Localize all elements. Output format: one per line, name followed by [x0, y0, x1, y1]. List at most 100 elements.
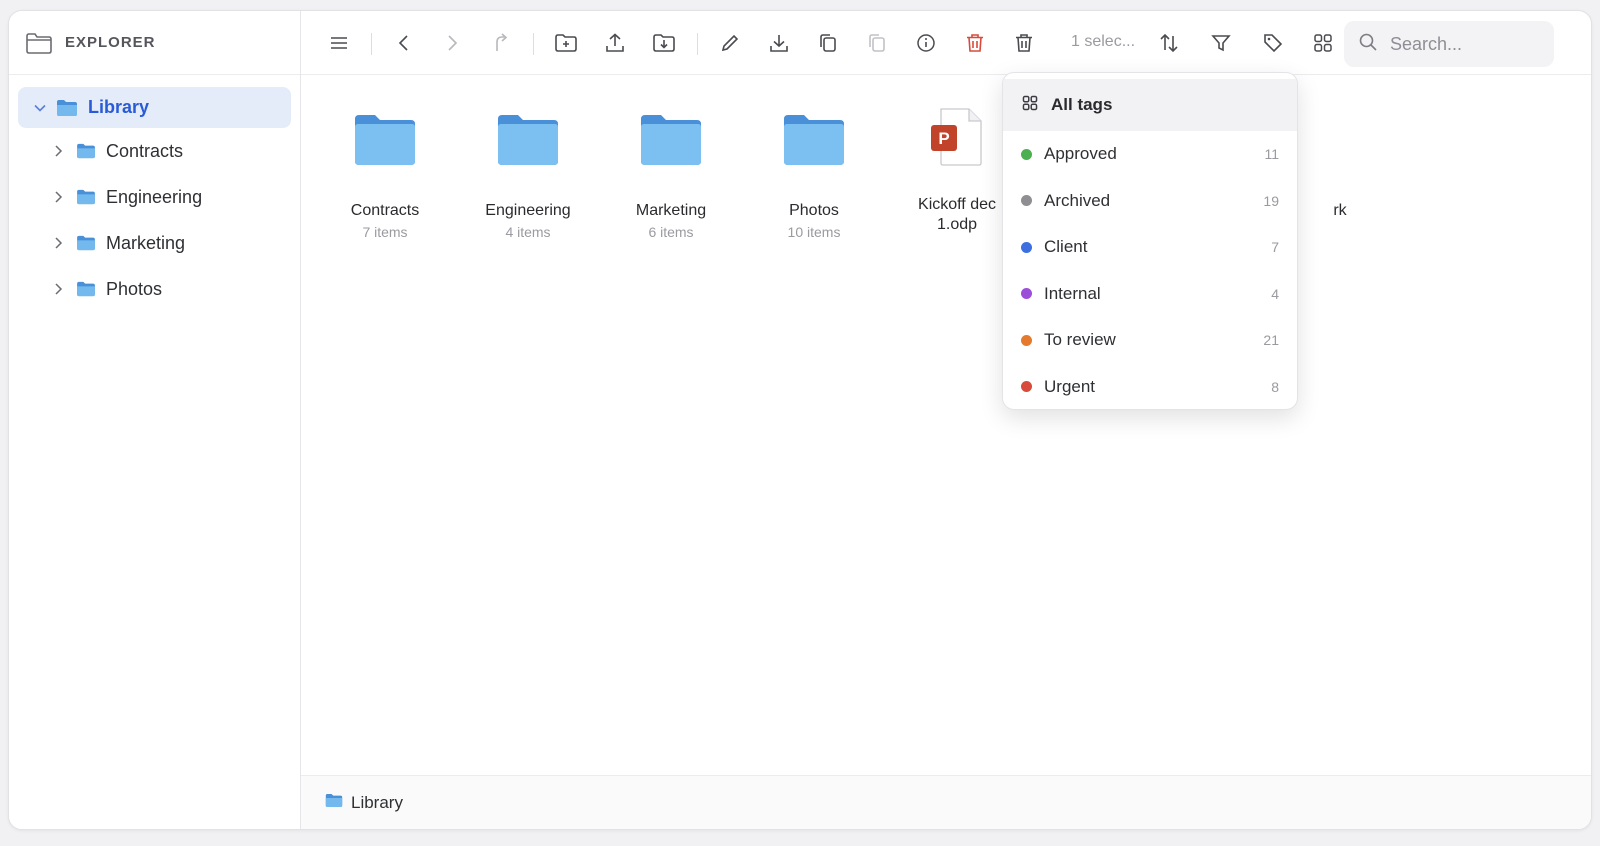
- item-name: Kickoff dec 1.odp: [918, 195, 996, 235]
- chevron-right-icon[interactable]: [50, 235, 66, 251]
- search-box[interactable]: [1344, 21, 1554, 67]
- explorer-window: EXPLORER Library Contracts Engineering M…: [8, 10, 1592, 830]
- tag-color-dot: [1021, 288, 1032, 300]
- sidebar: EXPLORER Library Contracts Engineering M…: [9, 11, 301, 829]
- tag-color-dot: [1021, 148, 1032, 160]
- folder-icon: [76, 235, 96, 251]
- tree-item-contracts[interactable]: Contracts: [18, 128, 291, 174]
- folder-icon: [76, 281, 96, 297]
- new-folder-icon[interactable]: [550, 27, 582, 59]
- grid-item-engineering[interactable]: Engineering 4 items: [458, 103, 598, 240]
- tag-option-label: Archived: [1044, 190, 1111, 210]
- tree-item-photos[interactable]: Photos: [18, 266, 291, 312]
- chevron-right-icon[interactable]: [50, 189, 66, 205]
- tag-option-count: 11: [1264, 146, 1279, 163]
- folder-icon: [325, 793, 343, 813]
- selection-count: 1 selec...: [1071, 33, 1136, 50]
- folder-icon: [76, 189, 96, 205]
- toolbar: 1 selec...: [301, 11, 1591, 75]
- tag-option-archived[interactable]: Archived 19: [1003, 178, 1297, 225]
- sidebar-title: EXPLORER: [65, 34, 156, 51]
- back-icon[interactable]: [388, 27, 420, 59]
- up-icon[interactable]: [486, 27, 518, 59]
- folder-icon: [355, 115, 415, 165]
- tag-option-client[interactable]: Client 7: [1003, 224, 1297, 271]
- breadcrumb[interactable]: Library: [351, 793, 403, 813]
- folder-outline-icon: [25, 29, 53, 57]
- grid-icon: [1021, 94, 1039, 117]
- import-icon[interactable]: [648, 27, 680, 59]
- tree-item-label: Contracts: [106, 140, 184, 161]
- tag-option-urgent[interactable]: Urgent 8: [1003, 364, 1297, 410]
- item-name: rk: [1333, 202, 1347, 219]
- tree-item-library[interactable]: Library: [18, 87, 291, 128]
- folder-icon: [76, 143, 96, 159]
- tag-option-label: Approved: [1044, 144, 1117, 164]
- trash-icon[interactable]: [1008, 27, 1040, 59]
- tag-option-approved[interactable]: Approved 11: [1003, 131, 1297, 178]
- tag-option-count: 19: [1263, 192, 1279, 209]
- folder-tree: Library Contracts Engineering Marketing: [9, 75, 300, 324]
- item-name: Contracts: [350, 202, 420, 219]
- sort-icon[interactable]: [1153, 27, 1185, 59]
- chevron-down-icon[interactable]: [32, 100, 48, 116]
- tag-option-count: 21: [1263, 332, 1279, 349]
- rename-icon[interactable]: [714, 27, 746, 59]
- tree-item-label: Photos: [106, 278, 163, 299]
- tag-color-dot: [1021, 334, 1032, 346]
- menu-icon[interactable]: [323, 27, 355, 59]
- upload-icon[interactable]: [599, 27, 631, 59]
- tag-option-label: All tags: [1051, 95, 1113, 114]
- item-meta: 6 items: [648, 224, 694, 240]
- tag-option-count: 4: [1271, 285, 1279, 302]
- item-meta: 7 items: [362, 224, 408, 240]
- status-bar: Library: [301, 775, 1591, 829]
- file-grid: Contracts 7 items Engineering 4 items Ma…: [301, 75, 1591, 775]
- tag-option-to-review[interactable]: To review 21: [1003, 317, 1297, 364]
- tree-item-label: Library: [88, 97, 150, 117]
- tag-color-dot: [1021, 195, 1032, 207]
- sidebar-header: EXPLORER: [9, 11, 300, 75]
- folder-icon: [56, 99, 78, 117]
- chevron-right-icon[interactable]: [50, 143, 66, 159]
- grid-item-contracts[interactable]: Contracts 7 items: [315, 103, 455, 240]
- copy-icon[interactable]: [812, 27, 844, 59]
- info-icon[interactable]: [910, 27, 942, 59]
- tag-option-label: Urgent: [1044, 376, 1096, 396]
- chevron-right-icon[interactable]: [50, 281, 66, 297]
- item-name-line1: Kickoff dec: [918, 196, 996, 213]
- tag-option-count: 8: [1271, 378, 1279, 395]
- paste-icon[interactable]: [861, 27, 893, 59]
- folder-icon: [641, 115, 701, 165]
- tree-item-marketing[interactable]: Marketing: [18, 220, 291, 266]
- tag-color-dot: [1021, 241, 1032, 253]
- item-meta: 4 items: [505, 224, 551, 240]
- item-meta: 10 items: [787, 224, 841, 240]
- grid-item-photos[interactable]: Photos 10 items: [744, 103, 884, 240]
- tag-icon[interactable]: [1257, 27, 1289, 59]
- grid-view-icon[interactable]: [1307, 27, 1339, 59]
- tag-option-label: To review: [1044, 330, 1116, 350]
- filter-icon[interactable]: [1205, 27, 1237, 59]
- item-name-line2: 1.odp: [936, 216, 978, 233]
- item-name: Photos: [789, 202, 839, 219]
- tree-item-engineering[interactable]: Engineering: [18, 174, 291, 220]
- search-icon: [1358, 32, 1378, 57]
- delete-icon[interactable]: [959, 27, 991, 59]
- folder-icon: [498, 115, 558, 165]
- tag-option-label: Client: [1044, 237, 1088, 257]
- search-input[interactable]: [1390, 33, 1540, 55]
- tags-dropdown: All tags Approved 11 Archived 19 Client …: [1002, 72, 1298, 410]
- grid-item-marketing[interactable]: Marketing 6 items: [601, 103, 741, 240]
- tag-option-all[interactable]: All tags: [1003, 79, 1297, 131]
- folder-icon: [784, 115, 844, 165]
- svg-text:P: P: [938, 129, 949, 148]
- tag-option-count: 7: [1271, 239, 1279, 256]
- tag-option-internal[interactable]: Internal 4: [1003, 271, 1297, 318]
- tree-item-label: Marketing: [106, 232, 186, 253]
- presentation-file-icon: P: [931, 108, 982, 166]
- forward-icon[interactable]: [436, 27, 468, 59]
- download-icon[interactable]: [763, 27, 795, 59]
- tree-item-label: Engineering: [106, 186, 203, 207]
- item-name: Engineering: [485, 202, 571, 219]
